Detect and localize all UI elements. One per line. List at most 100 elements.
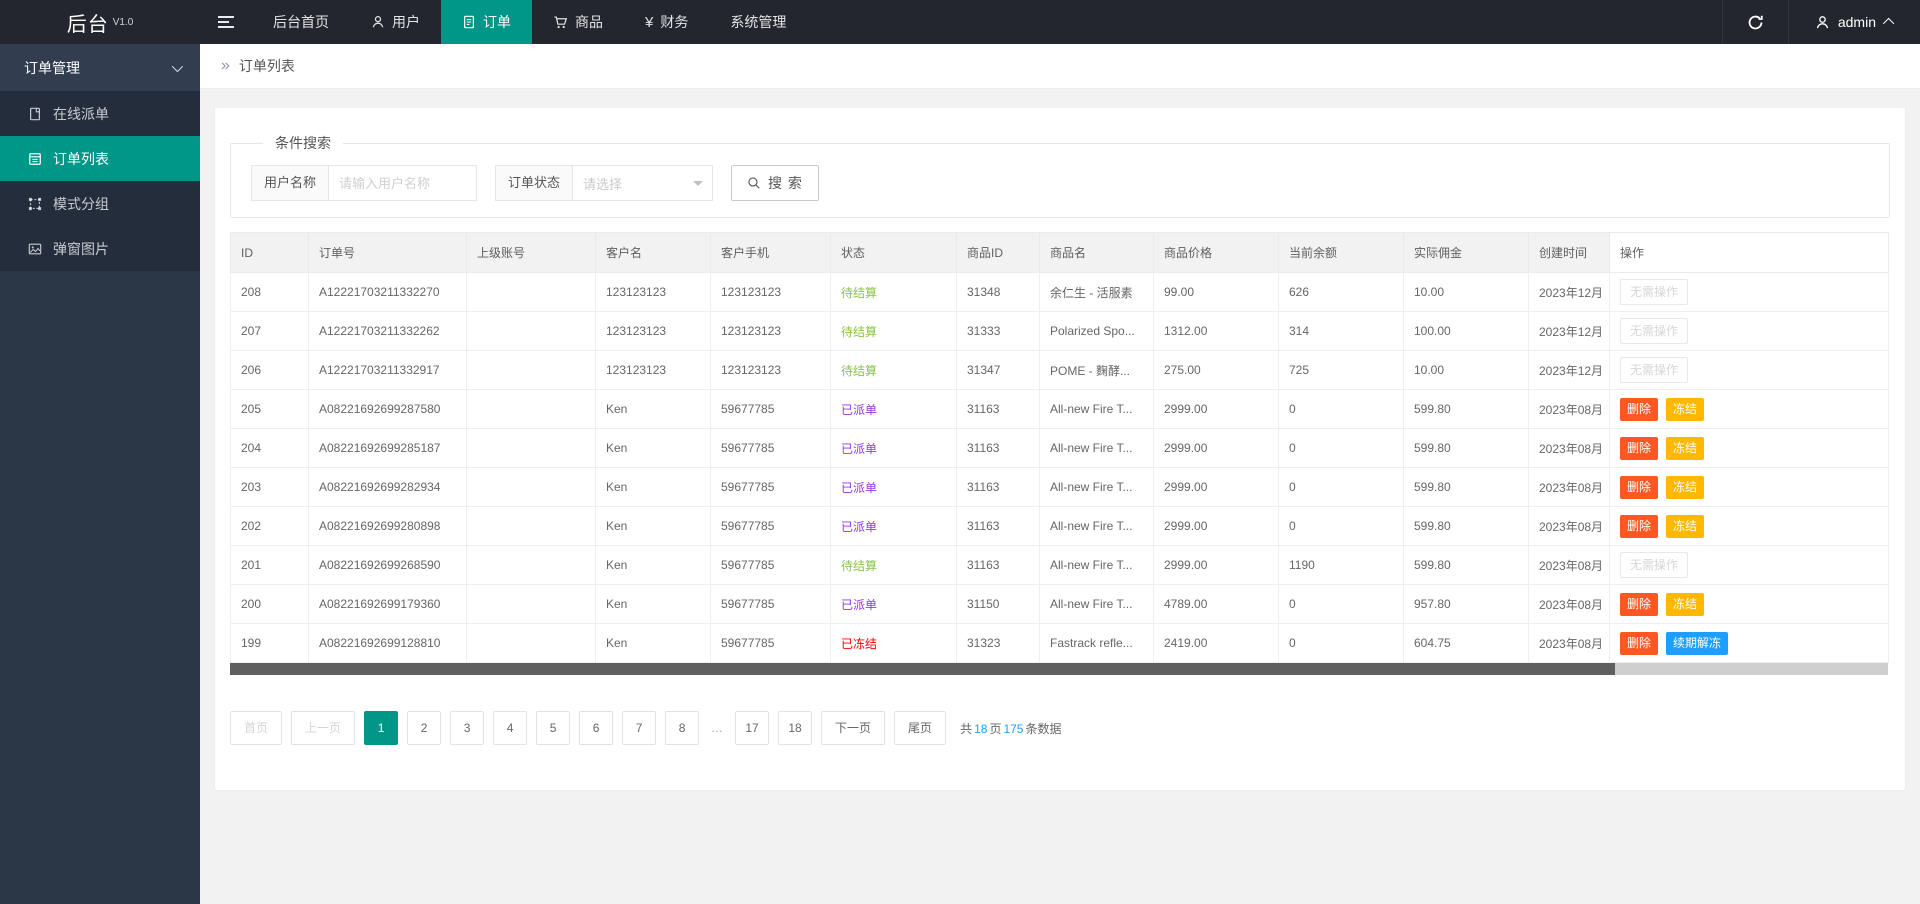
sidebar-item-label: 订单列表 xyxy=(53,149,109,169)
page-button-17[interactable]: 17 xyxy=(735,711,769,745)
page-button-last[interactable]: 尾页 xyxy=(894,711,946,745)
delete-button[interactable]: 删除 xyxy=(1620,593,1658,616)
page-button-5[interactable]: 5 xyxy=(536,711,570,745)
nav-item-products[interactable]: 商品 xyxy=(532,0,624,44)
nav-item-label: 财务 xyxy=(660,12,688,32)
main-content: » 订单列表 条件搜索 用户名称 订单状态 请选择 xyxy=(200,0,1920,790)
page-button-4[interactable]: 4 xyxy=(493,711,527,745)
nav-item-orders[interactable]: 订单 xyxy=(441,0,532,44)
cell-customer_phone: 59677785 xyxy=(711,585,831,624)
cell-order_no: A08221692699128810 xyxy=(309,624,467,663)
delete-button[interactable]: 删除 xyxy=(1620,515,1658,538)
cell-product_name: All-new Fire T... xyxy=(1040,429,1154,468)
cell-created: 2023年08月 xyxy=(1529,468,1610,507)
cell-product_id: 31163 xyxy=(957,507,1040,546)
cell-parent_account xyxy=(467,468,596,507)
freeze-button[interactable]: 冻结 xyxy=(1666,476,1704,499)
scrollbar-thumb[interactable] xyxy=(230,663,1615,675)
cell-actions: 删除续期解冻 xyxy=(1610,624,1889,663)
cell-created: 2023年08月 xyxy=(1529,624,1610,663)
delete-button[interactable]: 删除 xyxy=(1620,437,1658,460)
order-status-placeholder: 请选择 xyxy=(583,174,622,193)
username: admin xyxy=(1838,14,1876,30)
cell-parent_account xyxy=(467,429,596,468)
nav-item-users[interactable]: 用户 xyxy=(350,0,441,44)
cell-product_id: 31323 xyxy=(957,624,1040,663)
nav-item-label: 商品 xyxy=(575,12,603,32)
cell-created: 2023年12月 xyxy=(1529,273,1610,312)
sidebar-item-mode-group[interactable]: 模式分组 xyxy=(0,181,200,226)
sidebar-item-popup-image[interactable]: 弹窗图片 xyxy=(0,226,200,271)
sidebar-collapse-button[interactable] xyxy=(200,0,252,44)
nav-item-home[interactable]: 后台首页 xyxy=(252,0,350,44)
search-button[interactable]: 搜 索 xyxy=(731,165,819,201)
cell-id: 206 xyxy=(231,351,309,390)
column-header-price: 商品价格 xyxy=(1154,233,1279,273)
cell-parent_account xyxy=(467,507,596,546)
page-button-prev: 上一页 xyxy=(291,711,355,745)
cell-status: 已派单 xyxy=(831,468,957,507)
chevron-down-icon xyxy=(172,60,183,71)
user-icon xyxy=(371,15,385,29)
delete-button[interactable]: 删除 xyxy=(1620,476,1658,499)
cell-balance: 0 xyxy=(1279,507,1404,546)
sidebar-group-orders[interactable]: 订单管理 xyxy=(0,44,200,91)
cell-status: 待结算 xyxy=(831,273,957,312)
no-action-button: 无需操作 xyxy=(1620,318,1688,344)
cell-product_name: All-new Fire T... xyxy=(1040,468,1154,507)
cell-created: 2023年08月 xyxy=(1529,546,1610,585)
freeze-button[interactable]: 冻结 xyxy=(1666,437,1704,460)
page-button-8[interactable]: 8 xyxy=(665,711,699,745)
cell-actions: 删除冻结 xyxy=(1610,468,1889,507)
dispatch-icon xyxy=(28,107,42,121)
user-menu[interactable]: admin xyxy=(1788,0,1920,44)
page-button-1[interactable]: 1 xyxy=(364,711,398,745)
order-status-select[interactable]: 请选择 xyxy=(573,165,713,201)
table-row: 201A08221692699268590Ken59677785待结算31163… xyxy=(231,546,1889,585)
order-status-field: 订单状态 请选择 xyxy=(495,165,713,201)
nav-item-system[interactable]: 系统管理 xyxy=(709,0,807,44)
refresh-button[interactable] xyxy=(1722,0,1788,44)
cell-price: 2999.00 xyxy=(1154,390,1279,429)
freeze-button[interactable]: 冻结 xyxy=(1666,515,1704,538)
table-row: 199A08221692699128810Ken59677785已冻结31323… xyxy=(231,624,1889,663)
sidebar-item-online-dispatch[interactable]: 在线派单 xyxy=(0,91,200,136)
cell-commission: 599.80 xyxy=(1404,429,1529,468)
freeze-button[interactable]: 冻结 xyxy=(1666,593,1704,616)
horizontal-scrollbar[interactable] xyxy=(230,663,1888,675)
cell-price: 2999.00 xyxy=(1154,507,1279,546)
freeze-button[interactable]: 冻结 xyxy=(1666,398,1704,421)
cell-created: 2023年08月 xyxy=(1529,585,1610,624)
cell-customer_phone: 59677785 xyxy=(711,429,831,468)
page-button-6[interactable]: 6 xyxy=(579,711,613,745)
page-button-18[interactable]: 18 xyxy=(778,711,812,745)
table-header-row: ID订单号上级账号客户名客户手机状态商品ID商品名商品价格当前余额实际佣金创建时… xyxy=(231,233,1889,273)
cell-customer_phone: 59677785 xyxy=(711,624,831,663)
orders-table-wrap: ID订单号上级账号客户名客户手机状态商品ID商品名商品价格当前余额实际佣金创建时… xyxy=(230,232,1890,675)
page-button-3[interactable]: 3 xyxy=(450,711,484,745)
cell-parent_account xyxy=(467,351,596,390)
cell-id: 199 xyxy=(231,624,309,663)
sidebar: 订单管理 在线派单订单列表模式分组弹窗图片 xyxy=(0,44,200,904)
page-button-2[interactable]: 2 xyxy=(407,711,441,745)
cell-actions: 无需操作 xyxy=(1610,273,1889,312)
cell-id: 207 xyxy=(231,312,309,351)
sidebar-item-order-list[interactable]: 订单列表 xyxy=(0,136,200,181)
cell-actions: 删除冻结 xyxy=(1610,429,1889,468)
page-button-first: 首页 xyxy=(230,711,282,745)
cell-commission: 100.00 xyxy=(1404,312,1529,351)
table-row: 208A12221703211332270123123123123123123待… xyxy=(231,273,1889,312)
cell-id: 204 xyxy=(231,429,309,468)
page-button-next[interactable]: 下一页 xyxy=(821,711,885,745)
search-form: 用户名称 订单状态 请选择 搜 索 xyxy=(251,165,1869,201)
cell-balance: 0 xyxy=(1279,390,1404,429)
unfreeze-button[interactable]: 续期解冻 xyxy=(1666,632,1728,655)
delete-button[interactable]: 删除 xyxy=(1620,632,1658,655)
delete-button[interactable]: 删除 xyxy=(1620,398,1658,421)
table-row: 204A08221692699285187Ken59677785已派单31163… xyxy=(231,429,1889,468)
cell-actions: 删除冻结 xyxy=(1610,390,1889,429)
cell-customer_phone: 123123123 xyxy=(711,351,831,390)
page-button-7[interactable]: 7 xyxy=(622,711,656,745)
username-input[interactable] xyxy=(329,165,477,201)
nav-item-finance[interactable]: ¥财务 xyxy=(624,0,709,44)
